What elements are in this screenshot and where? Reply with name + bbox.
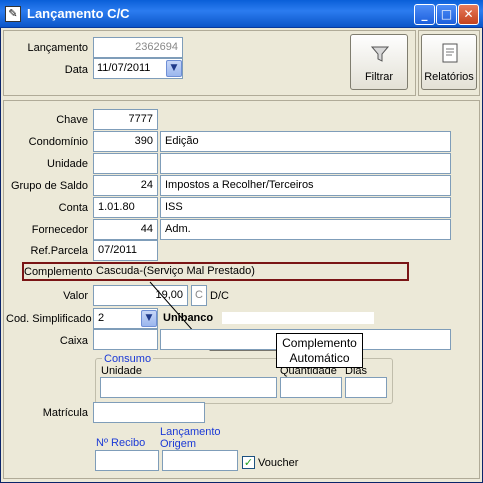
cod-simplificado-label: Cod. Simplificado: [6, 313, 92, 325]
consumo-dias-field[interactable]: [345, 377, 387, 398]
cod-simplificado-name: Unibanco: [163, 312, 214, 324]
recibo-label: Nº Recibo: [96, 437, 146, 449]
voucher-checkbox[interactable]: ✓: [242, 456, 255, 469]
lanc-origem-field[interactable]: [162, 450, 238, 471]
matricula-label: Matrícula: [42, 407, 88, 419]
tooltip-line-2: Automático: [289, 351, 350, 365]
consumo-quantidade-field[interactable]: [280, 377, 342, 398]
caixa-code-field[interactable]: [93, 329, 158, 350]
matricula-field[interactable]: [93, 402, 205, 423]
lanc-origem-label-2: Origem: [160, 438, 197, 450]
tooltip-line-1: Complemento: [282, 336, 357, 350]
checkmark-icon: ✓: [243, 456, 254, 469]
consumo-unidade-field[interactable]: [100, 377, 277, 398]
voucher-label: Voucher: [258, 457, 299, 469]
complemento-tooltip: Complemento Automático: [276, 333, 363, 368]
caixa-label: Caixa: [59, 335, 88, 347]
cod-simplificado-desc: [222, 312, 374, 324]
chevron-down-icon[interactable]: ▼: [141, 310, 157, 327]
consumo-unidade-label: Unidade: [101, 365, 142, 377]
consumo-label: Consumo: [102, 353, 154, 365]
lanc-origem-label-1: Lançamento: [160, 426, 221, 438]
recibo-field[interactable]: [95, 450, 159, 471]
cod-simplificado-value: 2: [98, 312, 105, 324]
